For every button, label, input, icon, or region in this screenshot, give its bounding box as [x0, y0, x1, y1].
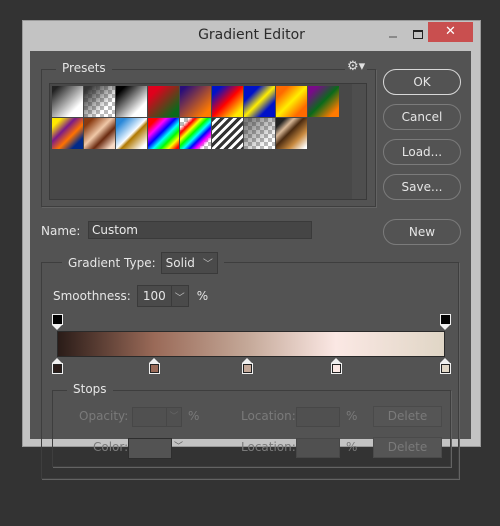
color-stop[interactable]	[52, 363, 63, 374]
color-stop[interactable]	[242, 363, 254, 374]
gradient-editor-window: Gradient Editor ✕ Presets ⚙▾ OK Cancel L…	[22, 20, 481, 479]
dialog-body: Presets ⚙▾ OK Cancel Load... Save... New…	[30, 51, 471, 479]
opacity-stop[interactable]	[440, 314, 451, 325]
preset-swatch-spectrum[interactable]	[148, 118, 179, 149]
color-location-unit: %	[346, 440, 358, 454]
opacity-location-label: Location:	[241, 409, 296, 423]
gradient-type-group: Gradient Type: Solid ﹀ Smoothness: 100 ﹀ %…	[41, 252, 459, 479]
stops-label: Stops	[67, 382, 113, 396]
minimize-button[interactable]	[384, 28, 404, 44]
name-label: Name:	[41, 224, 81, 238]
chevron-down-icon[interactable]: ﹀	[166, 408, 181, 426]
gradient-editor-area	[42, 263, 458, 383]
preset-swatch-neutral-density[interactable]	[244, 118, 275, 149]
preset-swatch-blue-red-yellow[interactable]	[212, 86, 243, 117]
presets-group: Presets ⚙▾	[41, 59, 376, 207]
preset-swatch-chrome[interactable]	[116, 118, 147, 149]
color-swatch[interactable]	[128, 438, 172, 459]
color-label: Color:	[93, 440, 129, 454]
chevron-down-icon[interactable]: ﹀	[174, 439, 183, 452]
opacity-stop[interactable]	[52, 314, 63, 325]
opacity-delete-button[interactable]: Delete	[373, 406, 442, 427]
close-button[interactable]: ✕	[428, 22, 473, 42]
preset-swatch-brown-custom[interactable]	[276, 118, 307, 149]
color-location-label: Location:	[241, 440, 296, 454]
preset-swatch-violet-green-orange[interactable]	[308, 86, 339, 117]
presets-swatch-list	[49, 83, 367, 200]
color-stop[interactable]	[149, 363, 160, 374]
new-button[interactable]: New	[383, 219, 461, 245]
presets-label: Presets	[56, 61, 112, 75]
opacity-location-unit: %	[346, 409, 358, 423]
preset-swatch-orange-yellow-orange[interactable]	[276, 86, 307, 117]
cancel-button[interactable]: Cancel	[383, 104, 461, 130]
color-location-input[interactable]	[296, 438, 340, 458]
maximize-button[interactable]	[409, 26, 429, 44]
color-stop[interactable]	[440, 363, 451, 374]
ok-button[interactable]: OK	[383, 69, 461, 95]
opacity-location-input[interactable]	[296, 407, 340, 427]
preset-swatch-transparent-rainbow[interactable]	[180, 118, 211, 149]
opacity-label: Opacity:	[79, 409, 129, 423]
preset-swatch-yellow-violet-orange-blue[interactable]	[52, 118, 83, 149]
preset-swatch-red-green[interactable]	[148, 86, 179, 117]
title-bar[interactable]: Gradient Editor ✕	[23, 21, 480, 51]
preset-swatch-blue-yellow-blue[interactable]	[244, 86, 275, 117]
presets-gear-menu-icon[interactable]: ⚙▾	[345, 59, 368, 74]
presets-scrollbar[interactable]	[352, 84, 366, 199]
preset-swatch-copper[interactable]	[84, 118, 115, 149]
preset-swatch-foreground-to-transparent[interactable]	[84, 86, 115, 117]
save-button[interactable]: Save...	[383, 174, 461, 200]
name-input[interactable]: Custom	[88, 221, 312, 239]
opacity-stop-pointer[interactable]	[440, 325, 450, 330]
preset-swatch-black-white[interactable]	[116, 86, 147, 117]
opacity-input[interactable]: ﹀	[132, 407, 182, 427]
swatch-grid	[52, 86, 339, 149]
opacity-unit: %	[188, 409, 200, 423]
opacity-stop-pointer[interactable]	[52, 325, 62, 330]
stops-group: Stops Opacity: ﹀ % Location: % Delete Co…	[52, 382, 451, 467]
color-delete-button[interactable]: Delete	[373, 437, 442, 458]
preset-swatch-violet-orange[interactable]	[180, 86, 211, 117]
preset-swatch-transparent-stripes[interactable]	[212, 118, 243, 149]
load-button[interactable]: Load...	[383, 139, 461, 165]
color-stop[interactable]	[331, 363, 343, 374]
gradient-bar[interactable]	[57, 331, 445, 357]
preset-swatch-foreground-to-background[interactable]	[52, 86, 83, 117]
